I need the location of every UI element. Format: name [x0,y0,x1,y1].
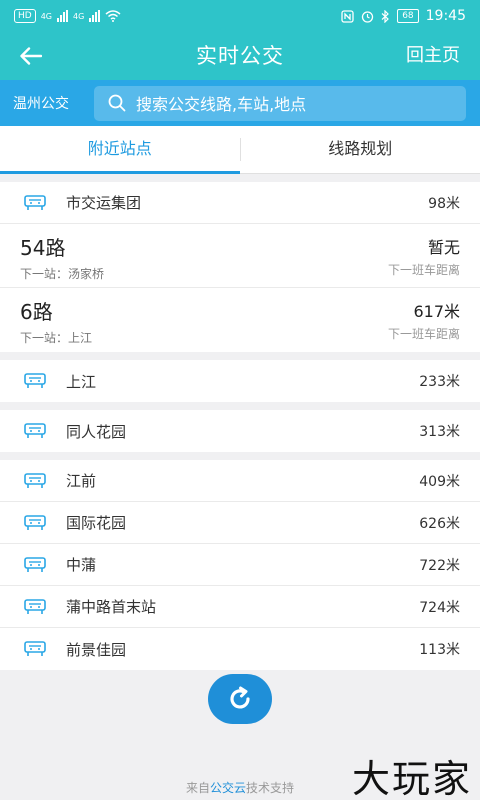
search-icon [108,94,126,112]
refresh-icon [230,686,250,709]
stop-name: 中蒲 [66,556,97,574]
signal-icon [57,10,68,22]
network-label-1: 4G [40,11,52,21]
nearby-stops-list: 市交运集团 98米 54路 下一站：汤家桥 暂无 下一班车距离 6路 下一站：上… [0,174,480,670]
stop-distance: 233米 [419,374,460,390]
route-row[interactable]: 6路 下一站：上江 617米 下一班车距离 [0,288,480,352]
stop-row[interactable]: 江前 409米 [0,460,480,502]
bus-stop-icon [24,422,46,440]
bus-stop-icon [24,472,46,490]
bus-stop-icon [24,194,46,212]
route-arrival: 617米 [413,302,460,321]
stop-row[interactable]: 蒲中路首末站 724米 [0,586,480,628]
bus-stop-icon [24,372,46,390]
bus-stop-icon [24,640,46,658]
wifi-icon [105,10,121,22]
refresh-button[interactable] [208,674,272,724]
nfc-icon [341,9,354,23]
stop-distance: 313米 [419,424,460,440]
back-button[interactable] [14,40,48,72]
battery-icon: 68 [397,9,419,23]
signal-icon-2 [89,10,101,22]
stop-group-1: 市交运集团 98米 54路 下一站：汤家桥 暂无 下一班车距离 6路 下一站：上… [0,182,480,352]
alarm-icon [362,10,374,23]
clock: 19:45 [425,8,466,24]
stop-distance: 724米 [419,599,460,616]
stop-distance: 98米 [428,195,460,212]
stop-row[interactable]: 中蒲 722米 [0,544,480,586]
stop-distance: 113米 [419,642,460,658]
stop-group-3: 同人花园 313米 [0,410,480,452]
stop-row[interactable]: 同人花园 313米 [0,410,480,452]
route-arrival-label: 下一班车距离 [387,327,460,341]
home-button[interactable]: 回主页 [406,32,460,80]
stop-distance: 722米 [419,557,460,574]
stop-name: 市交运集团 [66,194,142,212]
search-bar: 温州公交 搜索公交线路,车站,地点 [0,80,480,126]
stop-name: 前景佳园 [66,640,127,659]
route-name: 54路 [20,236,66,260]
stop-row[interactable]: 前景佳园 113米 [0,628,480,670]
stop-name: 上江 [66,372,97,391]
stop-group-4: 江前 409米 国际花园 626米 中蒲 722米 蒲中路首末站 724米 前景… [0,460,480,670]
search-placeholder: 搜索公交线路,车站,地点 [136,95,307,114]
route-name: 6路 [20,300,53,324]
route-arrival: 暂无 [427,238,460,257]
stop-name: 江前 [66,472,97,490]
route-arrival-label: 下一班车距离 [387,263,460,277]
stop-distance: 409米 [419,473,460,490]
stop-name: 同人花园 [66,422,127,441]
bus-stop-icon [24,598,46,616]
tab-nearby-stops[interactable]: 附近站点 [0,126,240,174]
search-input[interactable]: 搜索公交线路,车站,地点 [94,85,466,121]
hd-badge: HD [14,9,36,23]
stop-name: 蒲中路首末站 [66,598,157,616]
stop-row[interactable]: 国际花园 626米 [0,502,480,544]
bus-stop-icon [24,556,46,574]
stop-distance: 626米 [419,515,460,532]
stop-group-2: 上江 233米 [0,360,480,402]
title-bar: 实时公交 回主页 [0,32,480,80]
footer-suffix: 技术支持 [246,781,295,795]
tab-route-planning[interactable]: 线路规划 [241,126,480,173]
stop-row[interactable]: 市交运集团 98米 [0,182,480,224]
bus-stop-icon [24,514,46,532]
city-selector[interactable]: 温州公交 [0,93,94,113]
arrow-left-icon [20,47,42,65]
footer-brand: 公交云 [209,781,246,795]
route-row[interactable]: 54路 下一站：汤家桥 暂无 下一班车距离 [0,224,480,288]
watermark-text: 大玩家 [351,757,472,800]
status-bar: HD 4G 4G 68 19:45 [0,0,480,32]
tab-bar: 附近站点 线路规划 [0,126,480,174]
stop-row[interactable]: 上江 233米 [0,360,480,402]
footer-prefix: 来自 [185,781,210,795]
network-label-2: 4G [73,11,85,21]
stop-name: 国际花园 [66,514,127,532]
bluetooth-icon [381,9,390,23]
